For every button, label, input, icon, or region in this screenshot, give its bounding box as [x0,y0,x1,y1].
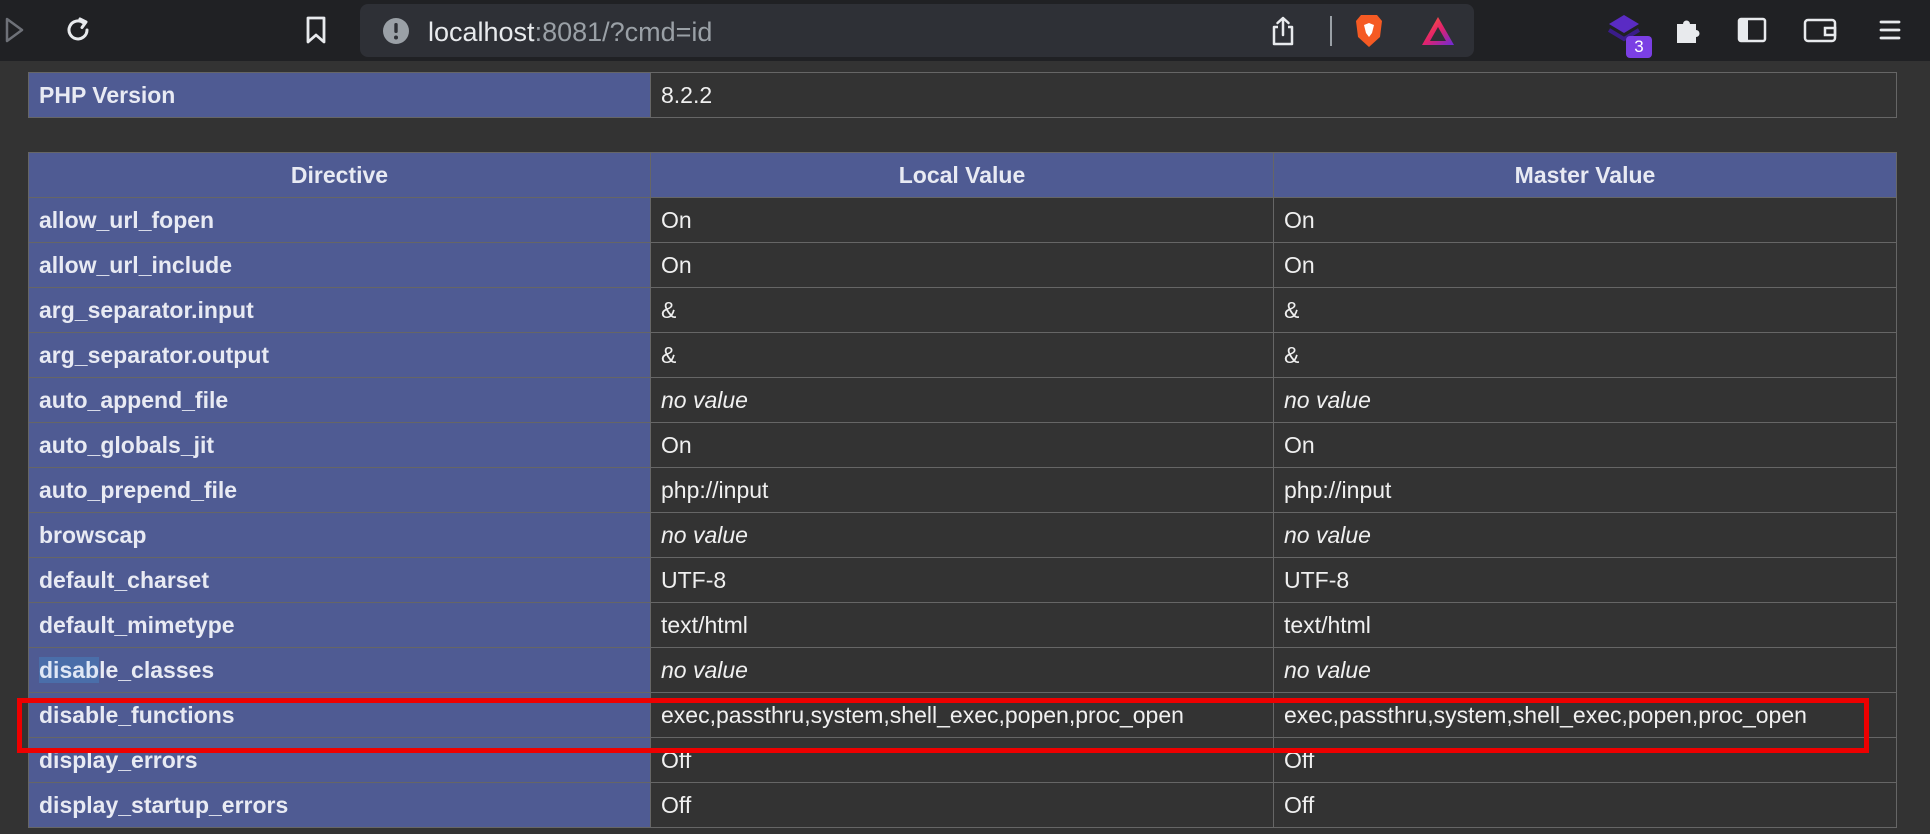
extension-badge-count: 3 [1626,36,1652,58]
master-value: exec,passthru,system,shell_exec,popen,pr… [1273,692,1897,738]
brave-shields-icon[interactable] [1350,11,1388,51]
local-value: & [650,287,1274,333]
local-value: Off [650,782,1274,828]
php-version-value: 8.2.2 [650,72,1897,118]
local-value: On [650,422,1274,468]
local-value: no value [650,377,1274,423]
table-row: default_mimetype text/html text/html [28,602,1897,648]
local-value: php://input [650,467,1274,513]
play-icon[interactable] [0,14,28,46]
local-value: UTF-8 [650,557,1274,603]
php-version-table: PHP Version 8.2.2 [28,72,1897,118]
master-value: no value [1273,512,1897,558]
master-value: & [1273,287,1897,333]
table-row: auto_prepend_file php://input php://inpu… [28,467,1897,513]
local-value: On [650,242,1274,288]
url-path: :8081/?cmd=id [534,17,713,47]
address-bar[interactable]: localhost:8081/?cmd=id [360,4,1474,57]
directive-name: auto_append_file [28,377,651,423]
reload-icon[interactable] [58,10,98,50]
table-row: auto_append_file no value no value [28,377,1897,423]
master-value: php://input [1273,467,1897,513]
directive-name: default_charset [28,557,651,603]
table-row: auto_globals_jit On On [28,422,1897,468]
local-value: no value [650,512,1274,558]
master-value: UTF-8 [1273,557,1897,603]
extensions-puzzle-icon[interactable] [1670,12,1706,48]
php-version-label: PHP Version [28,72,651,118]
directive-name: arg_separator.input [28,287,651,333]
master-value-column-header: Master Value [1273,152,1897,198]
not-secure-info-icon[interactable] [382,17,410,45]
menu-icon[interactable] [1872,12,1908,48]
directive-name: browscap [28,512,651,558]
table-row: PHP Version 8.2.2 [28,72,1897,118]
local-value: On [650,197,1274,243]
table-row: allow_url_fopen On On [28,197,1897,243]
table-row-highlighted: disable_functions exec,passthru,system,s… [28,692,1897,738]
master-value: On [1273,242,1897,288]
directive-name: allow_url_fopen [28,197,651,243]
sidebar-toggle-icon[interactable] [1734,12,1770,48]
directive-name: disable_classes [28,647,651,693]
table-row: display_errors Off Off [28,737,1897,783]
table-header-row: Directive Local Value Master Value [28,152,1897,198]
directive-name: auto_prepend_file [28,467,651,513]
master-value: & [1273,332,1897,378]
directive-name: arg_separator.output [28,332,651,378]
local-value: & [650,332,1274,378]
bookmark-icon[interactable] [298,12,334,48]
master-value: Off [1273,782,1897,828]
local-value: text/html [650,602,1274,648]
master-value: On [1273,197,1897,243]
directive-column-header: Directive [28,152,651,198]
directive-name: allow_url_include [28,242,651,288]
directive-name: disable_functions [28,692,651,738]
table-row: arg_separator.output & & [28,332,1897,378]
directive-name: auto_globals_jit [28,422,651,468]
local-value: no value [650,647,1274,693]
url-text[interactable]: localhost:8081/?cmd=id [428,17,712,48]
directive-name: display_errors [28,737,651,783]
table-row: default_charset UTF-8 UTF-8 [28,557,1897,603]
url-host: localhost [428,17,535,47]
master-value: no value [1273,647,1897,693]
text-selection-highlight: disab [39,656,100,683]
master-value: On [1273,422,1897,468]
local-value: exec,passthru,system,shell_exec,popen,pr… [650,692,1274,738]
directive-name: display_startup_errors [28,782,651,828]
table-row: browscap no value no value [28,512,1897,558]
table-row: display_startup_errors Off Off [28,782,1897,828]
master-value: Off [1273,737,1897,783]
wallet-icon[interactable] [1800,12,1840,48]
table-row: allow_url_include On On [28,242,1897,288]
brave-rewards-icon[interactable] [1418,13,1458,49]
directives-table: Directive Local Value Master Value allow… [28,152,1897,828]
table-row: arg_separator.input & & [28,287,1897,333]
share-icon[interactable] [1266,14,1300,48]
master-value: no value [1273,377,1897,423]
local-value: Off [650,737,1274,783]
local-value-column-header: Local Value [650,152,1274,198]
directive-name-rest: le_classes [99,656,215,683]
phpinfo-content: PHP Version 8.2.2 Directive Local Value … [0,61,1930,834]
urlbar-divider [1330,16,1332,46]
directive-name: default_mimetype [28,602,651,648]
master-value: text/html [1273,602,1897,648]
browser-toolbar: localhost:8081/?cmd=id 3 [0,0,1930,61]
table-row: disable_classes no value no value [28,647,1897,693]
